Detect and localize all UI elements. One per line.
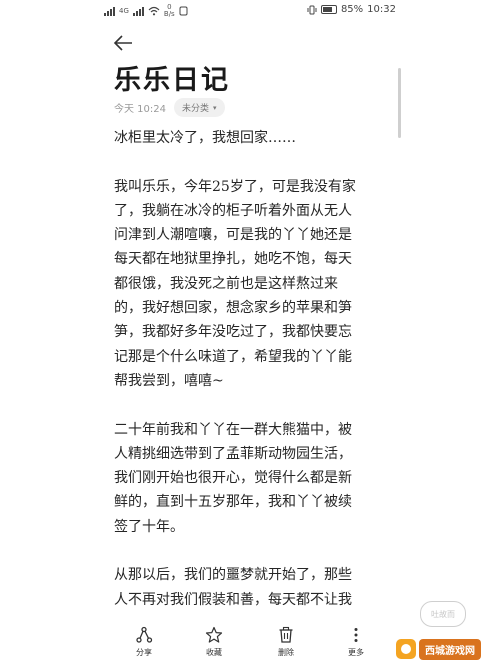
battery-icon: [320, 5, 337, 14]
more-button[interactable]: 更多: [336, 626, 376, 658]
delete-label: 删除: [278, 648, 294, 657]
note-line: 问津到人潮喧嚷，可是我的丫丫她还是: [114, 227, 352, 244]
chevron-down-icon: ▾: [213, 103, 217, 112]
trash-icon: [279, 626, 293, 643]
status-left: 4G 0 B/s: [104, 4, 188, 18]
note-line: 都很饿，我没死之前也是这样熬过来: [114, 275, 338, 292]
network-label: 4G: [119, 6, 129, 15]
note-line: 人不再对我们假装和善，每天都不让我: [114, 591, 352, 608]
share-button[interactable]: 分享: [124, 626, 164, 658]
note-line: 签了十年。: [114, 518, 184, 535]
category-label: 未分类: [182, 104, 210, 114]
note-line: 人精挑细选带到了孟菲斯动物园生活，: [114, 445, 352, 462]
note-line: 我们刚开始也很开心，觉得什么都是新: [114, 470, 352, 487]
note-line: 每天都在地狱里挣扎，她吃不饱，每天: [114, 251, 352, 268]
note-body[interactable]: 冰柜里太冷了，我想回家…… 我叫乐乐，今年25岁了，可是我没有家 了，我躺在冰冷的柜…: [114, 126, 384, 612]
note-line: 的，我好想回家，想念家乡的苹果和笋: [114, 300, 352, 317]
scrollbar[interactable]: [398, 68, 401, 138]
star-icon: [205, 626, 223, 643]
note-line: 从那以后，我们的噩梦就开始了，那些: [114, 567, 352, 584]
status-right: 85% 10:32: [307, 4, 396, 15]
note-line: 冰柜里太冷了，我想回家……: [114, 130, 296, 146]
signal-2-icon: [132, 6, 144, 16]
wifi-icon: [148, 6, 160, 16]
note-line: 记那是个什么味道了，希望我的丫丫能: [114, 348, 352, 365]
note-title[interactable]: 乐乐日记: [114, 58, 230, 97]
note-date: 今天 10:24: [114, 104, 166, 115]
note-line: 鲜的，直到十五岁那年，我和丫丫被续: [114, 494, 352, 511]
arrow-left-icon: [113, 35, 132, 51]
delete-button[interactable]: 删除: [266, 626, 306, 658]
share-label: 分享: [136, 648, 152, 657]
category-dropdown[interactable]: 未分类 ▾: [174, 98, 225, 117]
favorite-button[interactable]: 收藏: [194, 626, 234, 658]
note-screen: 4G 0 B/s 85% 10:32 乐乐日记 今天 10:24 未分类 ▾ 冰…: [0, 0, 500, 666]
bottom-toolbar: 分享 收藏 删除 更多: [100, 620, 400, 666]
brand-name: 西城游戏网: [419, 638, 481, 660]
signal-icon: [104, 6, 115, 16]
note-line: 笋，我都好多年没吃过了，我都快要忘: [114, 324, 352, 341]
more-icon: [354, 628, 358, 642]
message-icon: [179, 6, 188, 16]
clock: 10:32: [367, 4, 396, 15]
note-line: 了，我躺在冰冷的柜子听着外面从无人: [114, 202, 352, 219]
note-meta: 今天 10:24 未分类 ▾: [114, 98, 225, 117]
more-label: 更多: [348, 648, 364, 657]
brand-logo-icon: [396, 639, 416, 659]
battery-level: 85%: [340, 4, 364, 15]
favorite-label: 收藏: [206, 648, 222, 657]
watermark-logo: 西城游戏网: [396, 636, 496, 662]
watermark-badge-text: 吐故而: [431, 609, 455, 619]
watermark-badge: 吐故而: [420, 601, 466, 627]
note-line: 我叫乐乐，今年25岁了，可是我没有家: [114, 178, 356, 195]
note-line: 帮我尝到，嘻嘻~: [114, 372, 224, 389]
status-bar: 4G 0 B/s 85% 10:32: [0, 0, 500, 24]
share-icon: [136, 626, 153, 643]
note-line: 二十年前我和丫丫在一群大熊猫中，被: [114, 421, 352, 438]
vibrate-icon: [307, 5, 317, 14]
net-speed-unit: B/s: [163, 10, 175, 18]
back-button[interactable]: [112, 32, 136, 54]
net-speed: 0 B/s: [164, 4, 175, 18]
